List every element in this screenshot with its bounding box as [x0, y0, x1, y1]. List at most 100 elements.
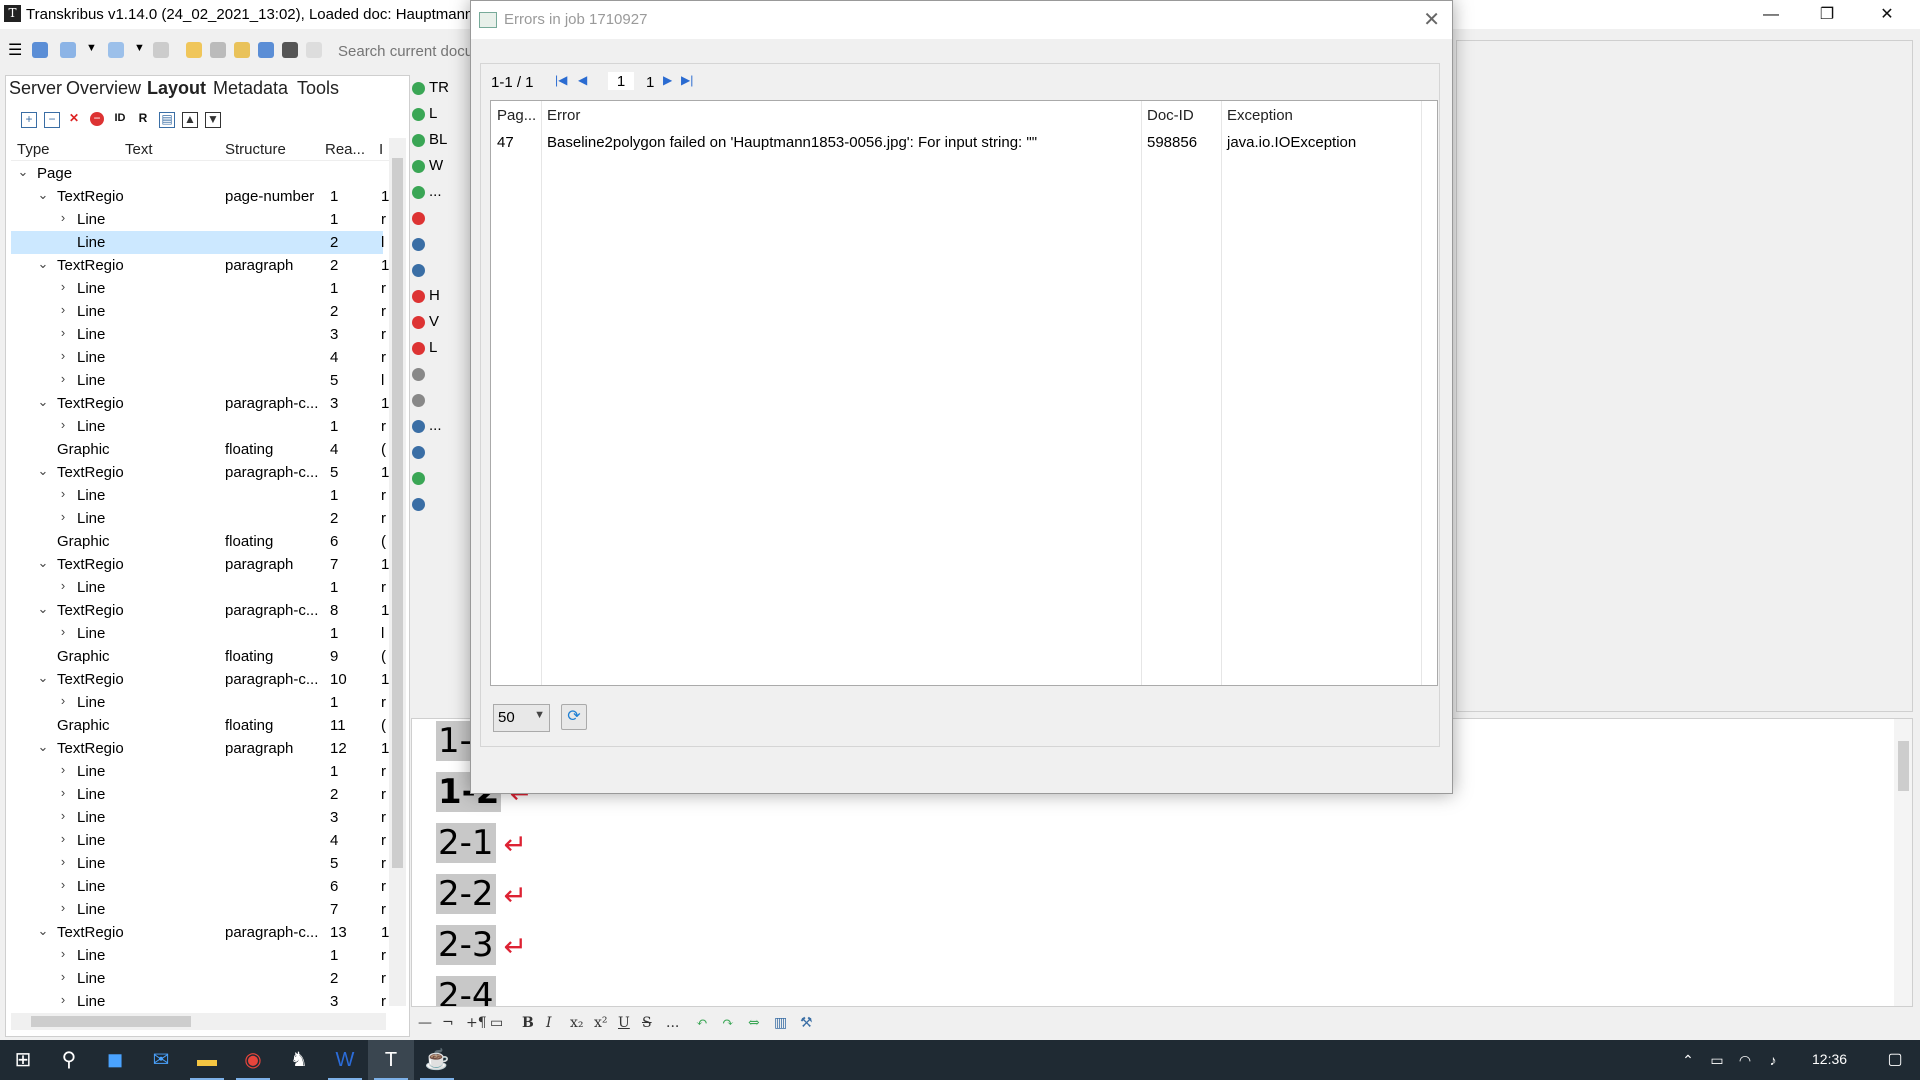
page-size-select[interactable]: 50 ▼ [493, 704, 550, 732]
tree-vertical-scrollbar[interactable] [389, 138, 406, 1006]
format-button[interactable]: U [618, 1015, 630, 1031]
tool-button[interactable] [412, 495, 429, 515]
column-structure[interactable]: Structure [225, 141, 286, 158]
format-button[interactable]: x₂ [570, 1015, 584, 1031]
chevron-right-icon[interactable]: › [57, 578, 69, 593]
chevron-right-icon[interactable]: › [57, 624, 69, 639]
tree-row[interactable]: Graphic floating 9 ( [11, 645, 386, 668]
tree-row[interactable]: › Line 2 r [11, 967, 386, 990]
format-button[interactable]: x² [594, 1015, 608, 1031]
chevron-right-icon[interactable]: › [57, 486, 69, 501]
java-icon[interactable]: ☕ [414, 1040, 460, 1080]
chevron-right-icon[interactable]: › [57, 969, 69, 984]
column-page[interactable]: Pag... [497, 107, 536, 124]
chevron-right-icon[interactable]: › [57, 302, 69, 317]
folder-icon[interactable] [186, 42, 202, 58]
tab-metadata[interactable]: Metadata [213, 78, 288, 99]
chevron-right-icon[interactable]: › [57, 279, 69, 294]
column-exception[interactable]: Exception [1227, 107, 1293, 124]
delete-icon[interactable]: ✕ [67, 112, 81, 126]
image-canvas[interactable] [1456, 40, 1913, 712]
chevron-right-icon[interactable]: › [57, 417, 69, 432]
tree-row[interactable]: › Line 1 r [11, 944, 386, 967]
tree-row[interactable]: › Line 1 r [11, 208, 386, 231]
transkribus-taskbar-icon[interactable]: T [368, 1040, 414, 1080]
tool-button[interactable]: L [412, 105, 437, 125]
redo-icon[interactable]: ↷ [722, 1015, 734, 1031]
monitor-icon[interactable] [108, 42, 124, 58]
tree-horizontal-scrollbar[interactable] [11, 1013, 386, 1030]
reading-order-icon[interactable]: R [136, 112, 150, 126]
tool-button[interactable] [412, 469, 429, 489]
expand-all-icon[interactable]: + [21, 112, 37, 128]
tool-button[interactable]: TR [412, 79, 449, 99]
tool-button[interactable] [412, 365, 429, 385]
previous-page-icon[interactable]: ◀ [578, 73, 587, 87]
tree-row[interactable]: ⌄ TextRegio paragraph-c... 13 1 [11, 921, 389, 944]
store-icon[interactable]: ◼ [92, 1040, 138, 1080]
chevron-down-icon[interactable]: ⌄ [17, 164, 29, 180]
tree-row[interactable]: › Line 1 r [11, 484, 386, 507]
move-down-icon[interactable]: ▼ [205, 112, 221, 128]
scrollbar-thumb[interactable] [1898, 741, 1909, 791]
tree-row[interactable]: › Line 1 r [11, 415, 386, 438]
app-icon[interactable]: ♞ [276, 1040, 322, 1080]
scrollbar-thumb[interactable] [392, 158, 403, 868]
chevron-right-icon[interactable]: › [57, 762, 69, 777]
tree-row[interactable]: › Line 2 r [11, 507, 386, 530]
tree-row[interactable]: ⌄ TextRegio paragraph-c... 3 1 [11, 392, 389, 415]
chevron-right-icon[interactable]: › [57, 808, 69, 823]
tree-row[interactable]: › Line 2 r [11, 783, 386, 806]
info-icon[interactable] [153, 42, 169, 58]
chevron-down-icon[interactable]: ⌄ [37, 601, 49, 617]
chevron-right-icon[interactable]: › [57, 785, 69, 800]
tool-button[interactable] [412, 443, 429, 463]
file-explorer-icon[interactable]: ▬ [184, 1040, 230, 1080]
tree-row[interactable]: › Line 5 l [11, 369, 385, 392]
column-error[interactable]: Error [547, 107, 580, 124]
upload-icon[interactable] [234, 42, 250, 58]
search-input[interactable] [338, 40, 478, 62]
chevron-right-icon[interactable]: › [57, 210, 69, 225]
search-icon[interactable]: ⚲ [46, 1040, 92, 1080]
layout-view-icon[interactable] [60, 42, 76, 58]
chevron-right-icon[interactable]: › [57, 854, 69, 869]
wifi-icon[interactable]: ◠ [1732, 1040, 1758, 1080]
word-icon[interactable]: W [322, 1040, 368, 1080]
tree-row[interactable]: › Line 4 r [11, 829, 386, 852]
tree-row[interactable]: ⌄ TextRegio paragraph-c... 10 1 [11, 668, 389, 691]
transcription-line[interactable]: 2-4 [436, 976, 496, 1006]
tree-row[interactable]: ⌄ TextRegio paragraph-c... 8 1 [11, 599, 389, 622]
tool-button[interactable] [412, 209, 429, 229]
transcription-line[interactable]: 2-1 ↵ [436, 823, 527, 867]
tool-button[interactable]: L [412, 339, 437, 359]
format-button[interactable]: S [642, 1015, 652, 1031]
volume-icon[interactable]: ♪ [1760, 1040, 1786, 1080]
next-page-icon[interactable]: ▶ [663, 73, 672, 87]
chevron-right-icon[interactable]: › [57, 900, 69, 915]
tree-row[interactable]: › Line 6 r [11, 875, 386, 898]
chevron-right-icon[interactable]: › [57, 509, 69, 524]
tool-button[interactable] [412, 235, 429, 255]
transcription-line[interactable]: 2-2 ↵ [436, 874, 527, 918]
chevron-right-icon[interactable]: › [57, 348, 69, 363]
tree-row[interactable]: Graphic floating 4 ( [11, 438, 386, 461]
tree-row[interactable]: ⌄ TextRegio paragraph 2 1 [11, 254, 389, 277]
clock[interactable]: 12:36 [1812, 1051, 1847, 1067]
chevron-right-icon[interactable]: › [57, 877, 69, 892]
menu-icon[interactable]: ☰ [8, 40, 24, 59]
column-text[interactable]: Text [125, 141, 153, 158]
chrome-icon[interactable]: ◉ [230, 1040, 276, 1080]
column-doc-id[interactable]: Doc-ID [1147, 107, 1194, 124]
arrows-icon[interactable]: ⇔ [748, 1015, 760, 1031]
transcription-line[interactable]: 1- [436, 721, 474, 765]
format-button[interactable]: I [546, 1015, 552, 1031]
chevron-down-icon[interactable]: ⌄ [37, 923, 49, 939]
chevron-right-icon[interactable]: › [57, 325, 69, 340]
tool-button[interactable]: V [412, 313, 439, 333]
chevron-right-icon[interactable]: › [57, 946, 69, 961]
move-up-icon[interactable]: ▲ [182, 112, 198, 128]
tree-row[interactable]: ⌄ TextRegio paragraph 12 1 [11, 737, 389, 760]
undo-icon[interactable]: ↶ [696, 1015, 708, 1031]
tree-row[interactable]: › Line 3 r [11, 323, 386, 346]
